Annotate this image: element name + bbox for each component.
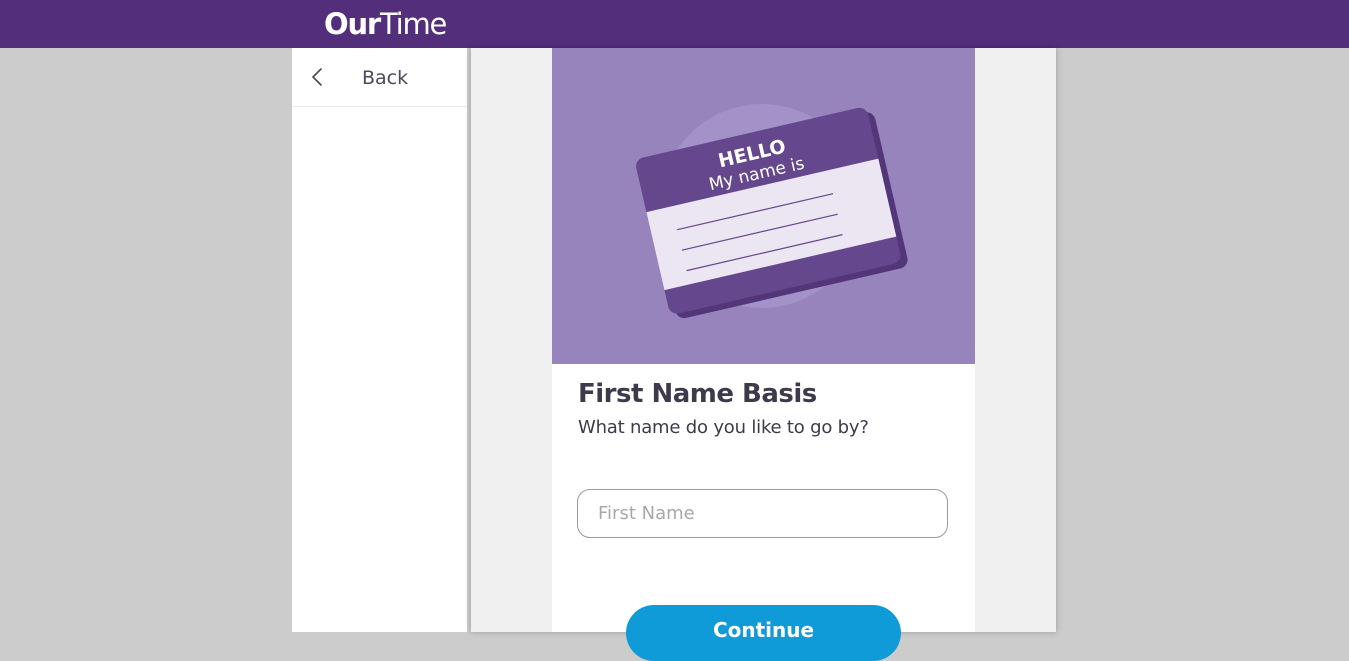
- logo-text-our: Our: [324, 7, 381, 41]
- chevron-left-icon: [312, 68, 322, 86]
- continue-button[interactable]: Continue: [626, 605, 901, 661]
- logo-text-time: Time: [380, 7, 447, 41]
- ourtime-logo[interactable]: OurTime: [324, 7, 447, 41]
- hero-illustration: HELLO My name is: [552, 48, 975, 364]
- name-tag-illustration: HELLO My name is: [636, 104, 908, 319]
- continue-button-label: Continue: [712, 618, 815, 642]
- page-title: First Name Basis: [578, 379, 817, 409]
- top-navigation-bar: OurTime: [0, 0, 1349, 48]
- first-name-card: HELLO My name is First Name Basis What n…: [552, 48, 975, 661]
- page-subtitle: What name do you like to go by?: [578, 417, 869, 438]
- back-label: Back: [362, 67, 409, 89]
- back-button[interactable]: Back: [292, 48, 467, 107]
- first-name-input[interactable]: [577, 489, 948, 538]
- sidebar: Back: [292, 48, 467, 632]
